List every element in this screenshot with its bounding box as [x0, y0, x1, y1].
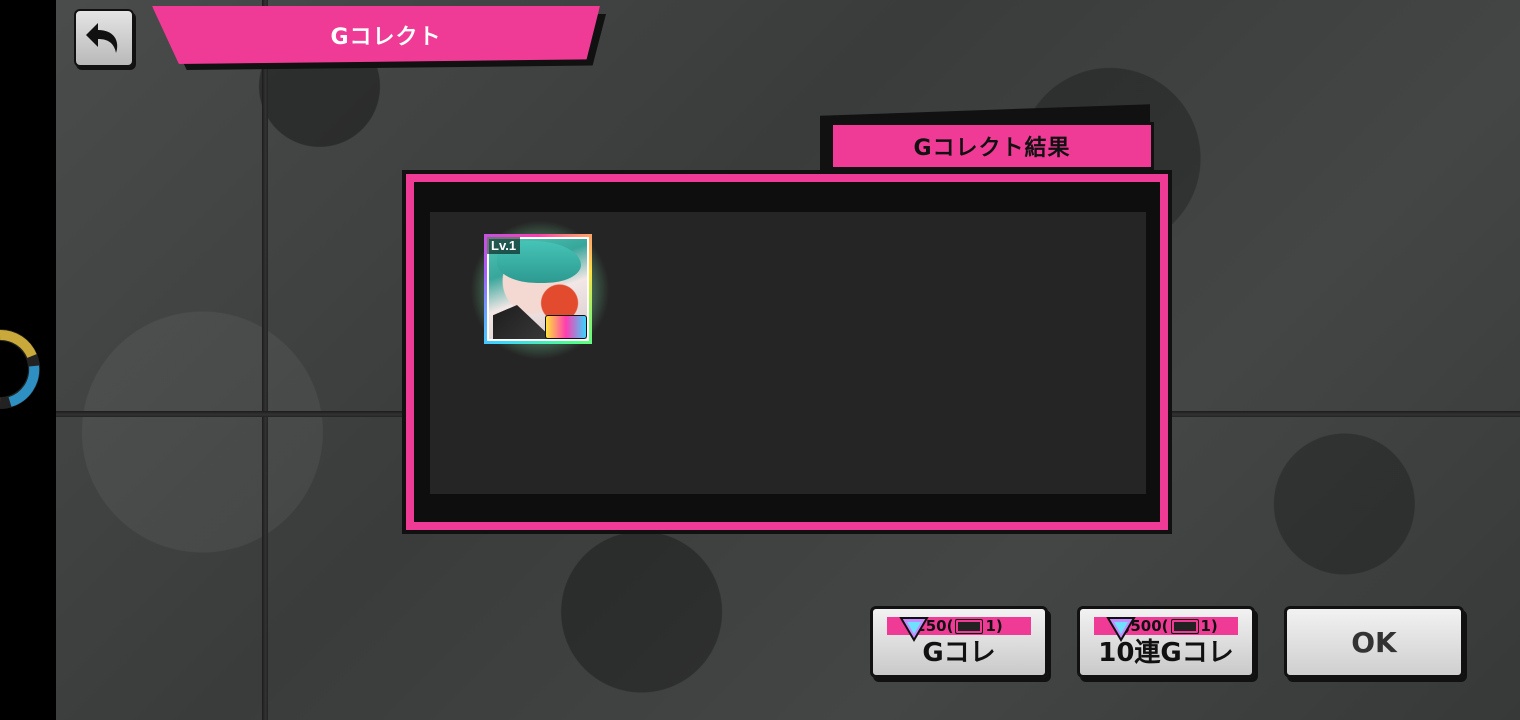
header-banner: Gコレクト: [152, 6, 606, 70]
background-seam-vertical: [262, 0, 268, 720]
card-level: Lv.1: [487, 237, 521, 254]
rainbow-rarity-badge-icon: [545, 315, 587, 339]
result-title: Gコレクト結果: [830, 122, 1154, 170]
side-menu-ring-icon[interactable]: [0, 326, 80, 412]
result-tab: Gコレクト結果: [820, 104, 1160, 176]
gcolle-ten-label: 10連Gコレ: [1098, 638, 1234, 668]
gcolle-ten-button[interactable]: 2,500( 1) 10連Gコレ: [1077, 606, 1255, 678]
ok-button[interactable]: OK: [1284, 606, 1464, 678]
page-title: Gコレクト: [330, 25, 442, 50]
gcolle-single-label: Gコレ: [922, 638, 996, 668]
result-card[interactable]: Lv.1: [484, 234, 592, 344]
gcolle-single-button[interactable]: 250( 1) Gコレ: [870, 606, 1048, 678]
back-button[interactable]: [74, 9, 134, 67]
back-arrow-icon: [86, 23, 118, 53]
